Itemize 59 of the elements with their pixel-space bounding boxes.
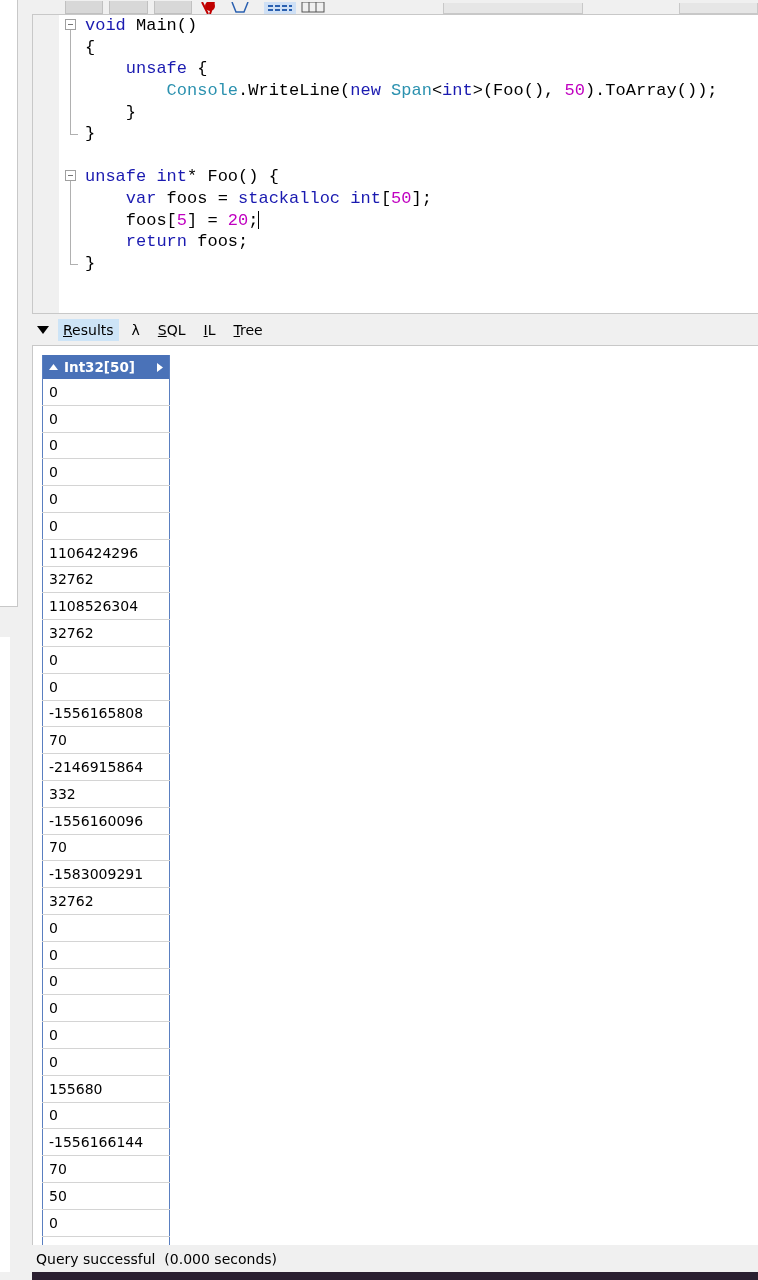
collapse-triangle-icon[interactable] xyxy=(36,324,50,335)
table-cell: 70 xyxy=(42,1155,170,1183)
table-cell: -1556165808 xyxy=(42,700,170,727)
table-cell: 1108526304 xyxy=(42,592,170,620)
table-cell: 0 xyxy=(42,673,170,701)
table-cell: 0 xyxy=(42,1048,170,1076)
code-line: void Main() xyxy=(85,16,198,36)
results-tab[interactable]: SQL xyxy=(152,318,191,341)
table-cell: 70 xyxy=(42,726,170,754)
collapse-icon[interactable] xyxy=(65,19,76,30)
fold-end-line xyxy=(70,252,78,265)
results-tab[interactable]: Results xyxy=(58,318,119,341)
collapse-icon[interactable] xyxy=(65,170,76,182)
code-line: var foos = stackalloc int[50]; xyxy=(124,189,432,209)
code-line: } xyxy=(85,253,96,273)
dropdown-field[interactable] xyxy=(442,3,584,14)
table-cell: 32762 xyxy=(42,566,170,593)
results-tab[interactable]: λ xyxy=(126,318,145,341)
expand-right-icon[interactable] xyxy=(157,362,163,372)
table-cell: 70 xyxy=(42,834,170,861)
dropdown-field[interactable] xyxy=(679,3,758,14)
table-cell: 32762 xyxy=(42,619,170,647)
code-line: foos[5] = 20; xyxy=(124,210,259,230)
table-cell: 0 xyxy=(42,432,170,459)
table-cell: 0 xyxy=(42,1209,170,1236)
table-cell: 0 xyxy=(42,458,170,486)
table-cell: 155680 xyxy=(42,1075,170,1102)
column-header[interactable]: Int32[50] xyxy=(42,355,170,379)
code-line: unsafe { xyxy=(124,59,208,79)
sort-up-icon xyxy=(49,364,58,370)
table-cell: 0 xyxy=(42,405,170,433)
table-cell: 0 xyxy=(42,941,170,969)
table-cell: -1556160096 xyxy=(42,807,170,835)
table-cell: -1556166144 xyxy=(42,1128,170,1156)
results-tab[interactable]: Tree xyxy=(228,318,268,341)
table-cell: 0 xyxy=(42,512,170,540)
table-cell: 0 xyxy=(42,1021,170,1049)
table-cell: 50 xyxy=(42,1182,170,1210)
table-cell: 332 xyxy=(42,780,170,808)
table-cell: 0 xyxy=(42,968,170,995)
code-line: Console.WriteLine(new Span<int>(Foo(), 50).ToArray()); xyxy=(165,81,718,101)
code-line: } xyxy=(124,102,136,122)
table-cell: 32762 xyxy=(42,887,170,915)
table-cell: 0 xyxy=(42,914,170,942)
table-cell: 0 xyxy=(42,1102,170,1129)
table-cell: 0 xyxy=(42,485,170,513)
code-line: return foos; xyxy=(124,232,249,252)
table-cell: 0 xyxy=(42,379,170,406)
status-text: Query successful (0.000 seconds) xyxy=(36,1250,278,1267)
table-cell: -1583009291 xyxy=(42,860,170,888)
code-line: { xyxy=(85,37,96,57)
table-cell: 0 xyxy=(42,646,170,674)
code-line: unsafe int* Foo() { xyxy=(85,167,279,187)
table-cell: 0 xyxy=(42,994,170,1022)
fold-end-line xyxy=(70,122,78,135)
results-tab[interactable]: IL xyxy=(198,318,221,341)
table-cell: -2146915864 xyxy=(42,753,170,781)
code-line: } xyxy=(85,124,96,144)
table-cell: 1106424296 xyxy=(42,539,170,567)
